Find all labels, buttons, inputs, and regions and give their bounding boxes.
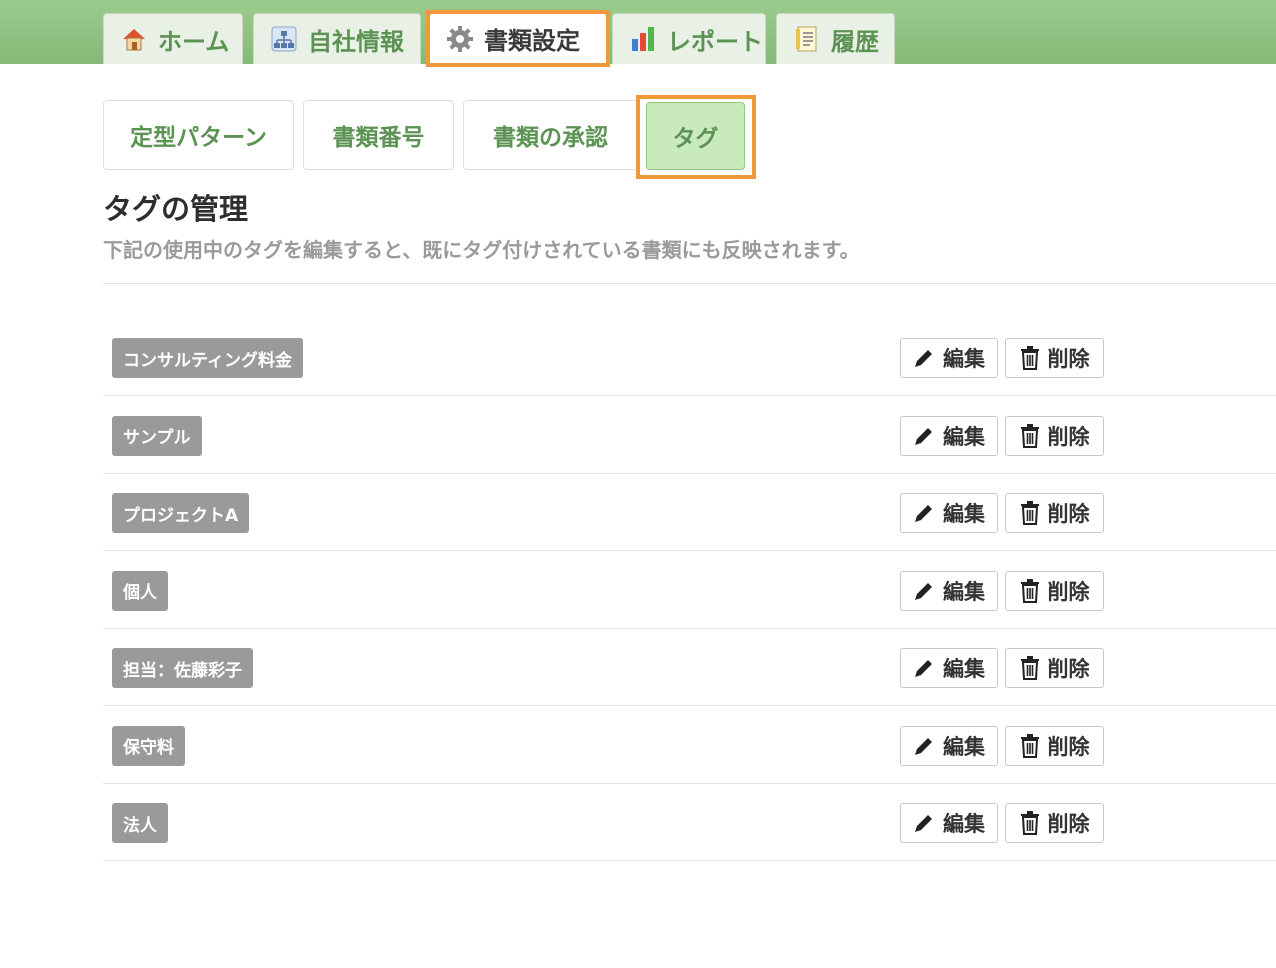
page-description: 下記の使用中のタグを編集すると、既にタグ付けされている書類にも反映されます。 bbox=[103, 238, 860, 262]
delete-tag-button[interactable]: 削除 bbox=[1005, 803, 1104, 843]
tag-row: 法人 編集 削除 bbox=[103, 784, 1276, 861]
pencil-icon bbox=[913, 502, 943, 524]
pencil-icon bbox=[913, 347, 943, 369]
subtab-template-patterns[interactable]: 定型パターン bbox=[103, 100, 294, 170]
delete-button-label: 削除 bbox=[1047, 347, 1090, 371]
gear-icon bbox=[446, 25, 474, 53]
tab-history-label: 履歴 bbox=[831, 27, 879, 56]
pencil-icon bbox=[913, 580, 943, 602]
page-title: タグの管理 bbox=[103, 192, 249, 226]
top-navigation-bar: ホーム 自社情報 書類設定 レポート 履歴 bbox=[0, 0, 1276, 64]
tag-label: コンサルティング料金 bbox=[112, 338, 303, 378]
tab-document-settings[interactable]: 書類設定 bbox=[430, 13, 606, 64]
pencil-icon bbox=[913, 812, 943, 834]
edit-button-label: 編集 bbox=[943, 657, 985, 681]
delete-button-label: 削除 bbox=[1047, 657, 1090, 681]
edit-button-label: 編集 bbox=[943, 734, 985, 759]
delete-button-label: 削除 bbox=[1047, 502, 1090, 526]
subtab-document-approval[interactable]: 書類の承認 bbox=[463, 100, 638, 170]
subtab-document-numbers[interactable]: 書類番号 bbox=[303, 100, 454, 170]
trash-icon bbox=[1020, 733, 1048, 758]
delete-tag-button[interactable]: 削除 bbox=[1005, 725, 1104, 766]
tag-row: プロジェクトA 編集 削除 bbox=[103, 474, 1276, 551]
subtab-tags[interactable]: タグ bbox=[646, 102, 745, 170]
tab-home-label: ホーム bbox=[158, 27, 230, 56]
edit-tag-button[interactable]: 編集 bbox=[900, 415, 998, 456]
tag-row: サンプル 編集 削除 bbox=[103, 397, 1276, 474]
delete-tag-button[interactable]: 削除 bbox=[1005, 415, 1104, 456]
delete-tag-button[interactable]: 削除 bbox=[1005, 493, 1104, 533]
pencil-icon bbox=[913, 657, 943, 679]
tag-label: 個人 bbox=[112, 570, 168, 611]
edit-button-label: 編集 bbox=[943, 812, 985, 836]
delete-tag-button[interactable]: 削除 bbox=[1005, 570, 1104, 611]
tag-label: 保守料 bbox=[112, 725, 185, 766]
tag-label: プロジェクトA bbox=[112, 493, 250, 533]
delete-button-label: 削除 bbox=[1047, 579, 1090, 604]
trash-icon bbox=[1020, 423, 1048, 448]
pencil-icon bbox=[913, 735, 943, 757]
tag-label: サンプル bbox=[112, 415, 202, 456]
home-icon bbox=[120, 25, 148, 53]
edit-tag-button[interactable]: 編集 bbox=[900, 648, 998, 688]
bar-chart-icon bbox=[629, 25, 657, 53]
edit-button-label: 編集 bbox=[943, 502, 985, 526]
edit-tag-button[interactable]: 編集 bbox=[900, 570, 998, 611]
tab-reports[interactable]: レポート bbox=[612, 13, 766, 64]
tab-document-settings-label: 書類設定 bbox=[484, 27, 580, 55]
delete-button-label: 削除 bbox=[1047, 812, 1090, 836]
tab-history[interactable]: 履歴 bbox=[776, 13, 895, 64]
tag-row: 担当：佐藤彩子 編集 削除 bbox=[103, 629, 1276, 706]
tag-label: 担当：佐藤彩子 bbox=[112, 648, 253, 688]
tab-company-info-label: 自社情報 bbox=[308, 27, 404, 56]
tab-home[interactable]: ホーム bbox=[103, 13, 243, 64]
delete-tag-button[interactable]: 削除 bbox=[1005, 338, 1104, 378]
section-divider bbox=[103, 283, 1276, 284]
tag-label: 法人 bbox=[112, 803, 168, 843]
edit-button-label: 編集 bbox=[943, 579, 985, 604]
trash-icon bbox=[1020, 811, 1048, 835]
trash-icon bbox=[1020, 346, 1048, 370]
trash-icon bbox=[1020, 656, 1048, 680]
history-icon bbox=[793, 25, 821, 53]
trash-icon bbox=[1020, 501, 1048, 525]
tab-company-info[interactable]: 自社情報 bbox=[253, 13, 421, 64]
edit-tag-button[interactable]: 編集 bbox=[900, 338, 998, 378]
tag-row: コンサルティング料金 編集 削除 bbox=[103, 319, 1276, 396]
edit-tag-button[interactable]: 編集 bbox=[900, 803, 998, 843]
edit-tag-button[interactable]: 編集 bbox=[900, 725, 998, 766]
edit-button-label: 編集 bbox=[943, 424, 985, 449]
org-chart-icon bbox=[270, 25, 298, 53]
pencil-icon bbox=[913, 425, 943, 447]
tag-row: 個人 編集 削除 bbox=[103, 552, 1276, 629]
tag-row: 保守料 編集 削除 bbox=[103, 707, 1276, 784]
edit-tag-button[interactable]: 編集 bbox=[900, 493, 998, 533]
delete-button-label: 削除 bbox=[1047, 734, 1090, 759]
delete-button-label: 削除 bbox=[1047, 424, 1090, 449]
trash-icon bbox=[1020, 578, 1048, 603]
delete-tag-button[interactable]: 削除 bbox=[1005, 648, 1104, 688]
edit-button-label: 編集 bbox=[943, 347, 985, 371]
tab-reports-label: レポート bbox=[667, 27, 763, 56]
